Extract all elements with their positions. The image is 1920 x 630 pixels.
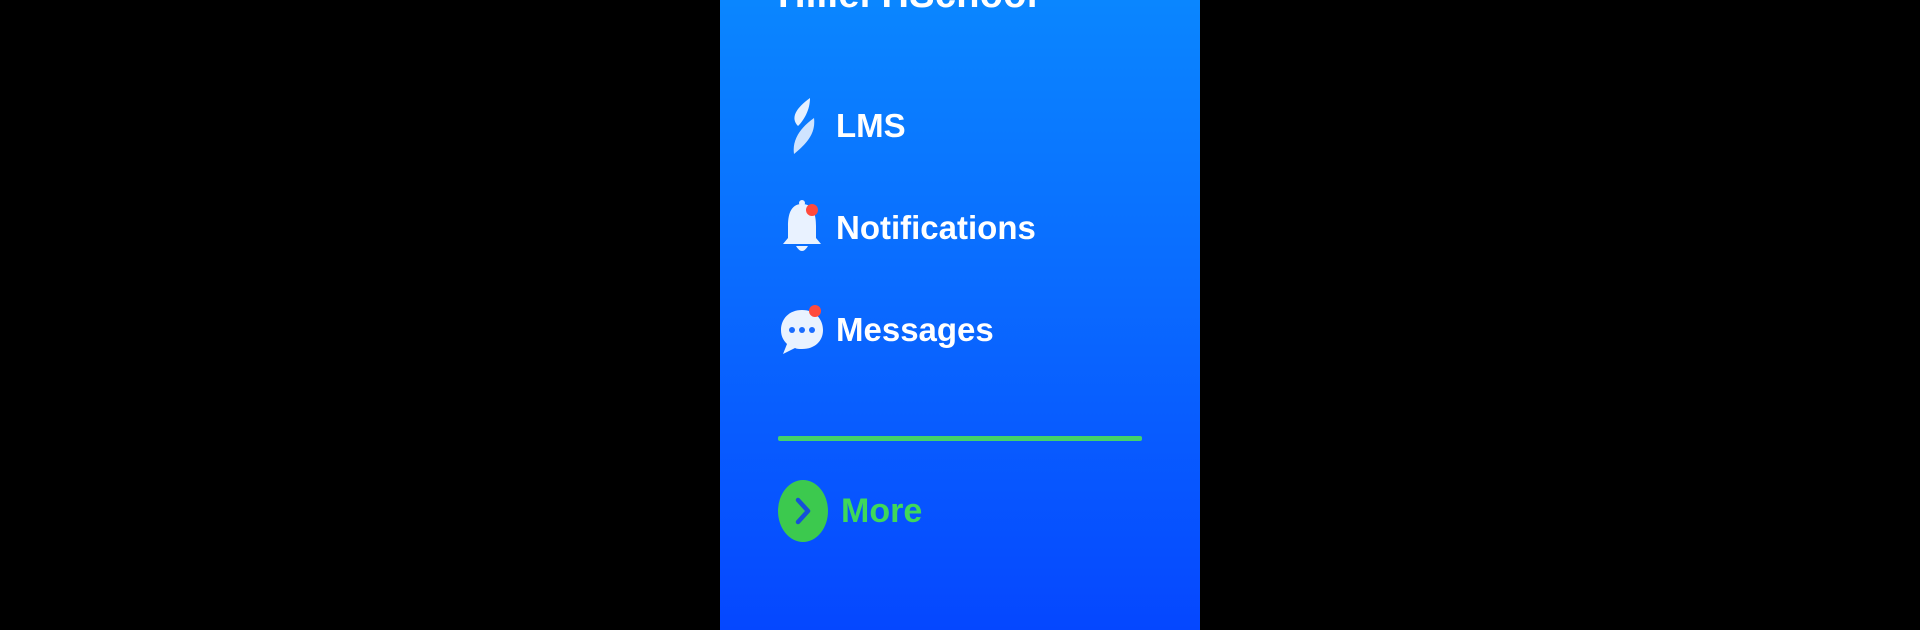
lms-logo-icon [778, 94, 826, 158]
school-title: Hillel HSchool [778, 0, 1038, 17]
chat-bubble-icon [778, 298, 826, 362]
notification-badge [806, 204, 818, 216]
side-menu-panel: Hillel HSchool LMS Notification [720, 0, 1200, 630]
more-button-label: More [841, 491, 923, 530]
screen: Hillel HSchool LMS Notification [0, 0, 1920, 630]
chevron-right-icon [778, 480, 828, 542]
menu-item-lms[interactable]: LMS [778, 94, 906, 158]
menu-item-notifications-label: Notifications [836, 209, 1036, 246]
menu-item-messages-label: Messages [836, 311, 994, 348]
more-button[interactable]: More [778, 479, 922, 543]
menu-item-lms-label: LMS [836, 107, 906, 144]
messages-badge [809, 305, 821, 317]
bell-icon [778, 196, 826, 260]
menu-item-messages[interactable]: Messages [778, 298, 994, 362]
menu-item-notifications[interactable]: Notifications [778, 196, 1036, 260]
menu-divider [778, 436, 1142, 441]
